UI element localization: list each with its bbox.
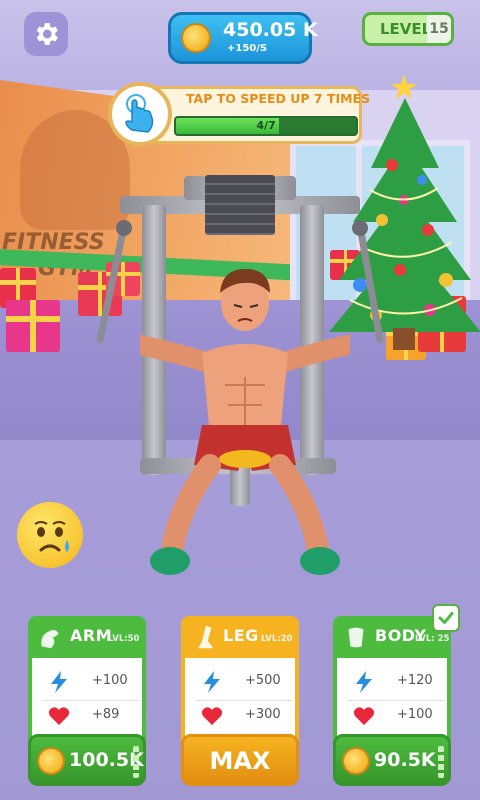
- card-level: LVL:20: [261, 634, 293, 644]
- coin-rate: +150/S: [227, 43, 268, 54]
- upgrade-button-body[interactable]: 90.5K: [333, 734, 451, 786]
- progress-pips: [438, 746, 444, 778]
- health-stat: +89: [42, 704, 140, 728]
- health-value: +89: [92, 707, 120, 722]
- muscle-graphic: [198, 625, 214, 649]
- upgrade-price: 90.5K: [374, 749, 436, 771]
- leg-muscle-icon: [187, 620, 221, 654]
- card-title: LEG: [223, 626, 259, 645]
- body-muscle-icon: [339, 620, 373, 654]
- arm-muscle-icon: [34, 620, 68, 654]
- level-indicator: LEVEL 15: [362, 12, 454, 46]
- lightning-icon: [51, 671, 67, 693]
- sad-face-icon: [17, 502, 83, 568]
- tap-prompt-text: TAP TO SPEED UP 7 TIMES: [186, 91, 371, 106]
- tap-progress-bar: 4/7: [174, 116, 358, 136]
- coin-total: 450.05 K: [223, 19, 318, 41]
- card-level: LVL: 25: [415, 634, 450, 644]
- heart-icon: [353, 707, 375, 725]
- card-header: ARM LVL:50: [28, 616, 146, 658]
- max-label: MAX: [209, 747, 271, 775]
- coin-icon: [342, 747, 370, 775]
- tap-hand-icon: [108, 82, 172, 146]
- heart-icon: [201, 707, 223, 725]
- coin-icon: [181, 23, 211, 53]
- check-icon: [432, 604, 460, 632]
- athlete-character[interactable]: [140, 265, 350, 585]
- check-graphic: [438, 612, 454, 624]
- power-value: +500: [245, 673, 281, 688]
- tap-hand-graphic: [125, 94, 154, 133]
- lightning-icon: [356, 671, 372, 693]
- card-header: LEG LVL:20: [181, 616, 299, 658]
- health-value: +300: [245, 707, 281, 722]
- stat-divider: [42, 700, 140, 701]
- health-stat: +100: [347, 704, 445, 728]
- lightning-icon: [204, 671, 220, 693]
- upgrade-card-leg[interactable]: LEG LVL:20 +500 +300 MAX: [181, 616, 299, 794]
- health-stat: +300: [195, 704, 293, 728]
- stat-divider: [195, 700, 293, 701]
- power-stat: +500: [195, 670, 293, 694]
- gear-icon: [36, 23, 58, 45]
- upgrade-card-arm[interactable]: ARM LVL:50 +100 +89 100.5K: [28, 616, 146, 794]
- upgrade-card-body[interactable]: BODY LVL: 25 +120 +100 90.5K: [333, 616, 451, 794]
- muscle-graphic: [348, 627, 364, 648]
- power-stat: +100: [42, 670, 140, 694]
- card-level: LVL:50: [108, 634, 140, 644]
- power-value: +120: [397, 673, 433, 688]
- card-title: ARM: [70, 626, 113, 645]
- sad-face-graphic: [34, 521, 69, 552]
- muscle-graphic: [41, 629, 59, 649]
- coin-icon: [37, 747, 65, 775]
- heart-icon: [48, 707, 70, 725]
- level-label: LEVEL: [380, 20, 432, 38]
- progress-pips: [133, 746, 139, 778]
- upgrade-button-arm[interactable]: 100.5K: [28, 734, 146, 786]
- settings-button[interactable]: [24, 12, 68, 56]
- upgrade-button-leg[interactable]: MAX: [181, 734, 299, 786]
- level-number: 15: [427, 15, 451, 43]
- health-value: +100: [397, 707, 433, 722]
- coin-balance: 450.05 K +150/S: [168, 12, 318, 64]
- tap-speedup-prompt[interactable]: TAP TO SPEED UP 7 TIMES 4/7: [108, 82, 370, 146]
- power-stat: +120: [347, 670, 445, 694]
- tap-progress-count: 4/7: [256, 119, 276, 132]
- stat-divider: [347, 700, 445, 701]
- power-value: +100: [92, 673, 128, 688]
